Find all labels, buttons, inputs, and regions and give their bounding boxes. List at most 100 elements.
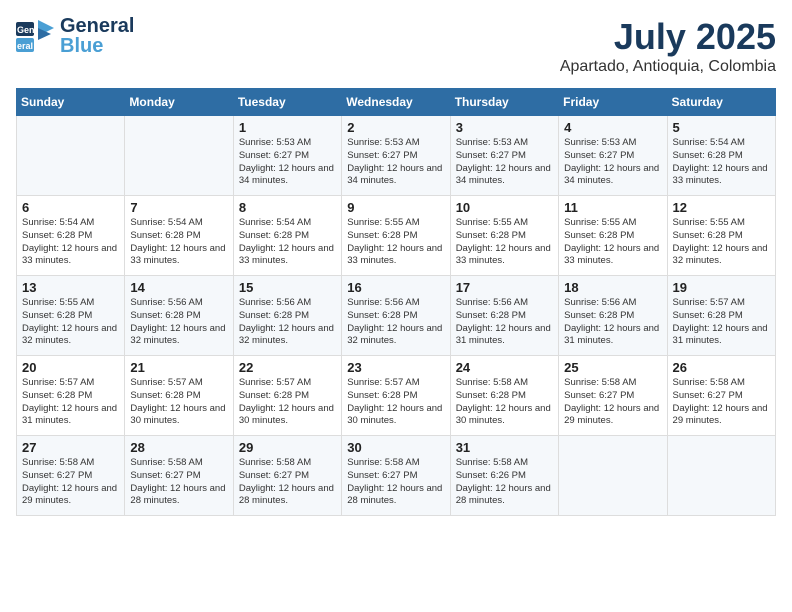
day-number: 10 — [456, 200, 553, 215]
day-number: 22 — [239, 360, 336, 375]
day-info: Sunrise: 5:55 AM Sunset: 6:28 PM Dayligh… — [564, 217, 661, 268]
day-info: Sunrise: 5:56 AM Sunset: 6:28 PM Dayligh… — [130, 297, 227, 348]
calendar-week-row: 1 Sunrise: 5:53 AM Sunset: 6:27 PM Daylig… — [17, 116, 776, 196]
day-info: Sunrise: 5:54 AM Sunset: 6:28 PM Dayligh… — [673, 137, 770, 188]
calendar-cell: 6 Sunrise: 5:54 AM Sunset: 6:28 PM Daylig… — [17, 196, 125, 276]
day-number: 2 — [347, 120, 444, 135]
day-info: Sunrise: 5:58 AM Sunset: 6:27 PM Dayligh… — [347, 457, 444, 508]
day-info: Sunrise: 5:56 AM Sunset: 6:28 PM Dayligh… — [564, 297, 661, 348]
weekday-header-row: SundayMondayTuesdayWednesdayThursdayFrid… — [17, 89, 776, 116]
title-block: July 2025 Apartado, Antioquia, Colombia — [560, 16, 776, 76]
calendar-cell: 19Sunrise: 5:57 AM Sunset: 6:28 PM Dayli… — [667, 276, 775, 356]
calendar-cell: 3Sunrise: 5:53 AM Sunset: 6:27 PM Daylig… — [450, 116, 558, 196]
calendar-cell: 23 Sunrise: 5:57 AM Sunset: 6:28 PM Dayli… — [342, 356, 450, 436]
day-info: Sunrise: 5:58 AM Sunset: 6:27 PM Dayligh… — [22, 457, 119, 508]
day-number: 30 — [347, 440, 444, 455]
day-number: 5 — [673, 120, 770, 135]
day-info: Sunrise: 5:54 AM Sunset: 6:28 PM Dayligh… — [22, 217, 119, 268]
day-info: Sunrise: 5:55 AM Sunset: 6:28 PM Dayligh… — [22, 297, 119, 348]
svg-text:eral: eral — [17, 41, 33, 51]
day-info: Sunrise: 5:55 AM Sunset: 6:28 PM Dayligh… — [456, 217, 553, 268]
month-title: July 2025 — [560, 16, 776, 58]
calendar-cell: 18 Sunrise: 5:56 AM Sunset: 6:28 PM Dayli… — [559, 276, 667, 356]
calendar-cell: 11Sunrise: 5:55 AM Sunset: 6:28 PM Dayli… — [559, 196, 667, 276]
day-number: 17 — [456, 280, 553, 295]
weekday-header-tuesday: Tuesday — [233, 89, 341, 116]
day-number: 8 — [239, 200, 336, 215]
day-info: Sunrise: 5:58 AM Sunset: 6:28 PM Dayligh… — [456, 377, 553, 428]
logo-icon: Gen eral — [16, 18, 56, 54]
day-number: 23 — [347, 360, 444, 375]
calendar-cell — [17, 116, 125, 196]
day-info: Sunrise: 5:57 AM Sunset: 6:28 PM Dayligh… — [239, 377, 336, 428]
day-info: Sunrise: 5:53 AM Sunset: 6:27 PM Dayligh… — [564, 137, 661, 188]
calendar-cell: 22 Sunrise: 5:57 AM Sunset: 6:28 PM Dayli… — [233, 356, 341, 436]
calendar-cell: 10 Sunrise: 5:55 AM Sunset: 6:28 PM Dayli… — [450, 196, 558, 276]
day-number: 12 — [673, 200, 770, 215]
weekday-header-friday: Friday — [559, 89, 667, 116]
day-number: 15 — [239, 280, 336, 295]
calendar-cell: 31Sunrise: 5:58 AM Sunset: 6:26 PM Dayli… — [450, 436, 558, 516]
day-number: 24 — [456, 360, 553, 375]
day-info: Sunrise: 5:55 AM Sunset: 6:28 PM Dayligh… — [347, 217, 444, 268]
weekday-header-saturday: Saturday — [667, 89, 775, 116]
calendar-cell: 26Sunrise: 5:58 AM Sunset: 6:27 PM Dayli… — [667, 356, 775, 436]
day-number: 26 — [673, 360, 770, 375]
day-number: 13 — [22, 280, 119, 295]
calendar-cell: 12Sunrise: 5:55 AM Sunset: 6:28 PM Dayli… — [667, 196, 775, 276]
weekday-header-wednesday: Wednesday — [342, 89, 450, 116]
day-info: Sunrise: 5:54 AM Sunset: 6:28 PM Dayligh… — [239, 217, 336, 268]
day-info: Sunrise: 5:53 AM Sunset: 6:27 PM Dayligh… — [456, 137, 553, 188]
logo-text-blue: Blue — [60, 36, 134, 56]
calendar-cell: 9Sunrise: 5:55 AM Sunset: 6:28 PM Daylig… — [342, 196, 450, 276]
day-info: Sunrise: 5:57 AM Sunset: 6:28 PM Dayligh… — [22, 377, 119, 428]
day-number: 27 — [22, 440, 119, 455]
calendar-cell: 7 Sunrise: 5:54 AM Sunset: 6:28 PM Daylig… — [125, 196, 233, 276]
calendar-cell: 20Sunrise: 5:57 AM Sunset: 6:28 PM Dayli… — [17, 356, 125, 436]
day-number: 7 — [130, 200, 227, 215]
calendar-week-row: 6 Sunrise: 5:54 AM Sunset: 6:28 PM Daylig… — [17, 196, 776, 276]
calendar-cell: 14 Sunrise: 5:56 AM Sunset: 6:28 PM Dayli… — [125, 276, 233, 356]
calendar-cell: 24 Sunrise: 5:58 AM Sunset: 6:28 PM Dayli… — [450, 356, 558, 436]
weekday-header-sunday: Sunday — [17, 89, 125, 116]
day-info: Sunrise: 5:57 AM Sunset: 6:28 PM Dayligh… — [347, 377, 444, 428]
calendar-cell: 27 Sunrise: 5:58 AM Sunset: 6:27 PM Dayli… — [17, 436, 125, 516]
calendar-cell: 13 Sunrise: 5:55 AM Sunset: 6:28 PM Dayli… — [17, 276, 125, 356]
day-number: 18 — [564, 280, 661, 295]
calendar-cell — [667, 436, 775, 516]
calendar-cell: 30 Sunrise: 5:58 AM Sunset: 6:27 PM Dayli… — [342, 436, 450, 516]
calendar-cell: 28 Sunrise: 5:58 AM Sunset: 6:27 PM Dayli… — [125, 436, 233, 516]
day-number: 14 — [130, 280, 227, 295]
day-number: 28 — [130, 440, 227, 455]
day-number: 1 — [239, 120, 336, 135]
calendar-cell: 5 Sunrise: 5:54 AM Sunset: 6:28 PM Daylig… — [667, 116, 775, 196]
weekday-header-thursday: Thursday — [450, 89, 558, 116]
location-title: Apartado, Antioquia, Colombia — [560, 58, 776, 76]
day-number: 6 — [22, 200, 119, 215]
calendar-week-row: 13 Sunrise: 5:55 AM Sunset: 6:28 PM Dayli… — [17, 276, 776, 356]
calendar-week-row: 27 Sunrise: 5:58 AM Sunset: 6:27 PM Dayli… — [17, 436, 776, 516]
day-number: 31 — [456, 440, 553, 455]
day-info: Sunrise: 5:57 AM Sunset: 6:28 PM Dayligh… — [673, 297, 770, 348]
day-number: 4 — [564, 120, 661, 135]
calendar-cell — [559, 436, 667, 516]
page-header: Gen eral Gen eral Blue July 2025 Apartado… — [16, 16, 776, 76]
day-info: Sunrise: 5:57 AM Sunset: 6:28 PM Dayligh… — [130, 377, 227, 428]
calendar-cell — [125, 116, 233, 196]
day-info: Sunrise: 5:54 AM Sunset: 6:28 PM Dayligh… — [130, 217, 227, 268]
calendar-cell: 17Sunrise: 5:56 AM Sunset: 6:28 PM Dayli… — [450, 276, 558, 356]
calendar-cell: 4 Sunrise: 5:53 AM Sunset: 6:27 PM Daylig… — [559, 116, 667, 196]
day-number: 25 — [564, 360, 661, 375]
day-info: Sunrise: 5:58 AM Sunset: 6:27 PM Dayligh… — [564, 377, 661, 428]
calendar-cell: 15Sunrise: 5:56 AM Sunset: 6:28 PM Dayli… — [233, 276, 341, 356]
day-info: Sunrise: 5:58 AM Sunset: 6:27 PM Dayligh… — [130, 457, 227, 508]
calendar-cell: 29Sunrise: 5:58 AM Sunset: 6:27 PM Dayli… — [233, 436, 341, 516]
day-info: Sunrise: 5:56 AM Sunset: 6:28 PM Dayligh… — [347, 297, 444, 348]
calendar-cell: 2Sunrise: 5:53 AM Sunset: 6:27 PM Daylig… — [342, 116, 450, 196]
svg-text:Gen: Gen — [17, 25, 35, 35]
calendar-week-row: 20Sunrise: 5:57 AM Sunset: 6:28 PM Dayli… — [17, 356, 776, 436]
day-number: 29 — [239, 440, 336, 455]
day-info: Sunrise: 5:53 AM Sunset: 6:27 PM Dayligh… — [239, 137, 336, 188]
calendar-table: SundayMondayTuesdayWednesdayThursdayFrid… — [16, 88, 776, 516]
weekday-header-monday: Monday — [125, 89, 233, 116]
